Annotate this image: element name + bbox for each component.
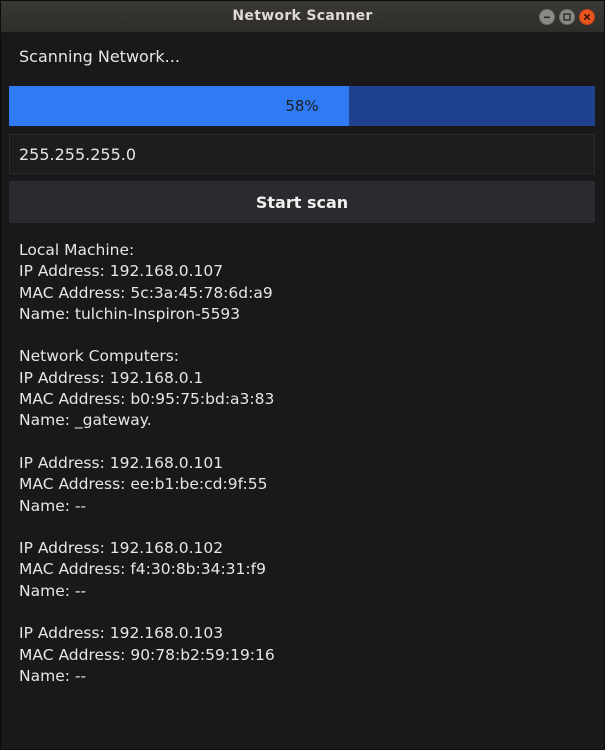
- local-machine-heading: Local Machine:: [19, 241, 135, 259]
- computer-name: Name: --: [19, 496, 87, 515]
- subnet-mask-input[interactable]: [9, 134, 595, 174]
- scan-progress-bar: 58%: [9, 86, 595, 126]
- local-mac: MAC Address: 5c:3a:45:78:6d:a9: [19, 283, 273, 302]
- computer-ip: IP Address: 192.168.0.1: [19, 368, 204, 387]
- computer-mac: MAC Address: 90:78:b2:59:19:16: [19, 645, 275, 664]
- maximize-button[interactable]: [559, 9, 575, 25]
- computer-mac: MAC Address: ee:b1:be:cd:9f:55: [19, 475, 268, 494]
- close-icon: [583, 13, 591, 21]
- minimize-button[interactable]: [539, 9, 555, 25]
- computer-mac: MAC Address: f4:30:8b:34:31:f9: [19, 560, 266, 579]
- progress-label: 58%: [285, 97, 319, 115]
- computer-ip: IP Address: 192.168.0.101: [19, 453, 224, 472]
- network-computer-entry: IP Address: 192.168.0.103 MAC Address: 9…: [19, 623, 579, 687]
- local-ip: IP Address: 192.168.0.107: [19, 262, 224, 281]
- maximize-icon: [563, 13, 571, 21]
- network-computer-entry: IP Address: 192.168.0.101 MAC Address: e…: [19, 453, 579, 517]
- computer-ip: IP Address: 192.168.0.102: [19, 539, 224, 558]
- title-bar[interactable]: Network Scanner: [1, 1, 604, 33]
- network-computer-entry: IP Address: 192.168.0.1 MAC Address: b0:…: [19, 368, 579, 432]
- scan-results: Local Machine: IP Address: 192.168.0.107…: [19, 240, 579, 687]
- computer-name: Name: _gateway.: [19, 411, 152, 430]
- computer-mac: MAC Address: b0:95:75:bd:a3:83: [19, 390, 275, 409]
- computer-ip: IP Address: 192.168.0.103: [19, 624, 224, 643]
- computer-name: Name: --: [19, 666, 87, 685]
- local-name: Name: tulchin-Inspiron-5593: [19, 304, 241, 323]
- close-button[interactable]: [579, 9, 595, 25]
- minimize-icon: [544, 16, 550, 19]
- app-window: Network Scanner Scanning Network... 58% …: [0, 0, 605, 750]
- start-scan-button[interactable]: Start scan: [9, 181, 595, 223]
- scan-status-label: Scanning Network...: [19, 47, 180, 66]
- computer-name: Name: --: [19, 581, 87, 600]
- network-computer-entry: IP Address: 192.168.0.102 MAC Address: f…: [19, 538, 579, 602]
- network-computers-heading: Network Computers:: [19, 347, 179, 366]
- window-title: Network Scanner: [232, 8, 373, 24]
